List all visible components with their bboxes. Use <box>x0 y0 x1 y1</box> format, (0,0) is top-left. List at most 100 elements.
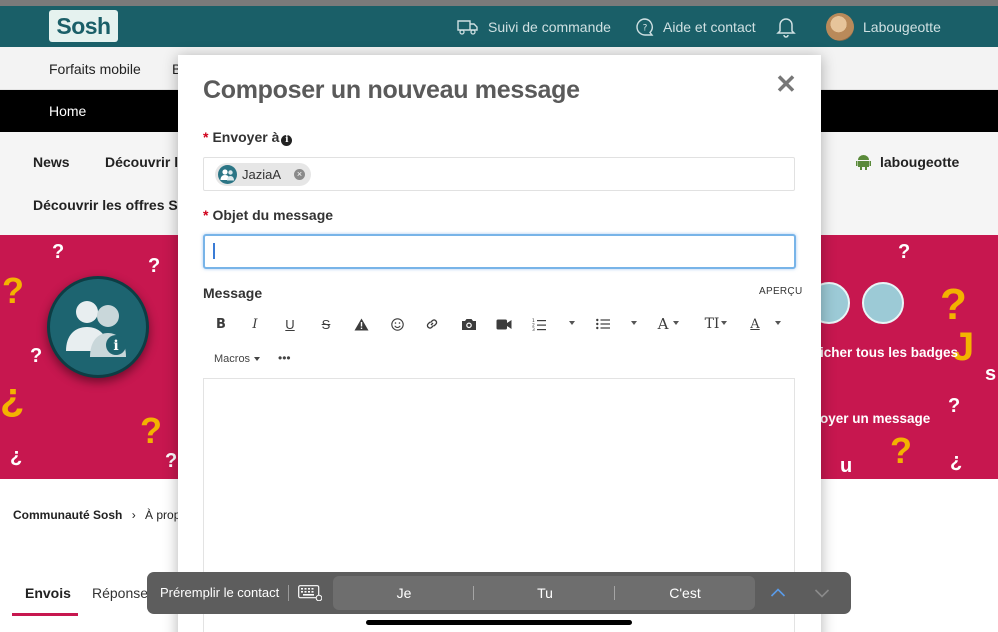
keyboard-icon[interactable] <box>298 585 323 606</box>
notifications-button[interactable] <box>776 6 796 47</box>
svg-text:?: ? <box>643 23 648 33</box>
more-options-icon[interactable]: ••• <box>278 351 291 365</box>
prefill-contact-button[interactable]: Préremplir le contact <box>160 585 279 600</box>
banner-pattern: ? <box>52 241 65 263</box>
recipient-label-text: Envoyer à <box>212 129 280 145</box>
text-color-icon[interactable]: A <box>748 313 762 335</box>
svg-text:3: 3 <box>532 327 535 331</box>
emoji-icon[interactable] <box>389 313 405 335</box>
chevron-down-icon[interactable] <box>569 321 575 325</box>
tab-reponses[interactable]: Réponses <box>92 585 155 601</box>
subject-input[interactable] <box>203 234 796 269</box>
all-badges-link[interactable]: icher tous les badges <box>820 345 958 360</box>
font-icon[interactable]: A <box>656 313 670 335</box>
home-indicator <box>366 620 632 625</box>
message-label: Message <box>203 285 263 301</box>
banner-pattern: ¿ <box>10 445 23 467</box>
help-contact-link[interactable]: ? Aide et contact <box>636 6 756 47</box>
suggestion-tu[interactable]: Tu <box>495 585 595 601</box>
sosh-logo[interactable]: Sosh <box>49 10 118 42</box>
user-avatar <box>826 12 854 41</box>
chevron-down-icon <box>254 357 261 361</box>
text-cursor <box>213 243 215 259</box>
strikethrough-icon[interactable]: S <box>319 313 333 335</box>
community-user[interactable]: labougeotte <box>856 154 959 170</box>
warning-icon[interactable] <box>353 313 369 335</box>
profile-avatar: i <box>47 276 149 378</box>
breadcrumb-item[interactable]: Communauté Sosh <box>13 508 122 522</box>
recipient-name: JaziaA <box>242 167 282 182</box>
close-icon[interactable]: ✕ <box>775 71 797 97</box>
android-icon <box>856 155 871 170</box>
bell-icon <box>776 16 796 38</box>
recipient-field[interactable]: JaziaA × <box>203 157 795 191</box>
editor-toolbar: B I U S 123 A TI A <box>203 313 797 335</box>
link-icon[interactable] <box>424 313 440 335</box>
preview-link[interactable]: APERÇU <box>759 286 802 297</box>
tab-envois[interactable]: Envois <box>25 585 71 601</box>
badge-icon <box>862 282 904 324</box>
nav-item-news[interactable]: News <box>33 154 70 170</box>
banner-pattern: s <box>985 363 997 385</box>
user-menu[interactable]: Labougeotte <box>826 6 941 47</box>
help-bubble-icon: ? <box>636 17 654 36</box>
info-icon[interactable]: i <box>281 135 293 146</box>
macros-label: Macros <box>214 353 251 365</box>
required-marker: * <box>203 207 209 223</box>
user-group-icon <box>218 165 237 184</box>
required-marker: * <box>203 129 209 145</box>
banner-pattern: ? <box>940 280 967 329</box>
nav-item-decouvrir[interactable]: Découvrir la <box>105 154 186 170</box>
camera-icon[interactable] <box>460 313 478 335</box>
divider <box>473 586 474 600</box>
underline-icon[interactable]: U <box>283 313 297 335</box>
recipient-label: * Envoyer ài <box>203 129 293 146</box>
banner-pattern: ? <box>140 410 162 451</box>
site-header: Sosh Suivi de commande ? Aide et contact… <box>0 6 998 47</box>
dialog-title: Composer un nouveau message <box>203 76 580 104</box>
chevron-down-icon[interactable] <box>775 321 781 325</box>
banner-pattern: ? <box>165 450 178 472</box>
username-label: Labougeotte <box>863 18 941 35</box>
ordered-list-icon[interactable]: 123 <box>531 313 547 335</box>
order-tracking-link[interactable]: Suivi de commande <box>457 6 611 47</box>
remove-recipient-icon[interactable]: × <box>294 169 306 180</box>
recipient-chip[interactable]: JaziaA × <box>215 163 312 186</box>
chevron-up-icon[interactable] <box>770 584 786 607</box>
keyboard-suggestion-bar: Préremplir le contact Je Tu C'est <box>147 572 851 614</box>
nav-item-decouvrir-offres[interactable]: Découvrir les offres Sos <box>33 197 194 213</box>
chevron-down-icon[interactable] <box>721 321 727 325</box>
nav-item-forfaits[interactable]: Forfaits mobile <box>49 61 141 77</box>
suggestion-je[interactable]: Je <box>354 585 454 601</box>
nav-item-home[interactable]: Home <box>49 103 86 119</box>
italic-icon[interactable]: I <box>248 313 262 335</box>
text-size-icon[interactable]: TI <box>703 313 721 335</box>
banner-pattern: ? <box>948 395 961 417</box>
svg-text:i: i <box>113 338 118 354</box>
subject-label-text: Objet du message <box>212 207 334 223</box>
banner-pattern: ? <box>148 255 161 277</box>
active-tab-indicator <box>12 613 78 616</box>
chevron-down-icon[interactable] <box>814 584 830 607</box>
banner-pattern: u <box>840 455 853 477</box>
community-username: labougeotte <box>880 154 960 170</box>
divider <box>614 586 615 600</box>
subject-label: * Objet du message <box>203 207 333 223</box>
breadcrumb: Communauté Sosh › À propo <box>13 508 187 522</box>
order-tracking-label: Suivi de commande <box>488 18 611 35</box>
chevron-down-icon[interactable] <box>631 321 637 325</box>
suggestion-cest[interactable]: C'est <box>635 585 735 601</box>
divider <box>288 585 289 601</box>
bold-icon[interactable]: B <box>214 313 228 335</box>
unordered-list-icon[interactable] <box>595 313 611 335</box>
truck-icon <box>457 19 479 35</box>
video-icon[interactable] <box>495 313 513 335</box>
chevron-right-icon: › <box>131 508 136 522</box>
send-message-link[interactable]: oyer un message <box>820 411 930 426</box>
user-info-icon: i <box>66 301 126 357</box>
macros-menu[interactable]: Macros <box>214 353 261 365</box>
banner-pattern: ? <box>898 241 911 263</box>
chevron-down-icon[interactable] <box>673 321 679 325</box>
help-contact-label: Aide et contact <box>663 18 756 35</box>
banner-pattern: ? <box>890 430 912 471</box>
